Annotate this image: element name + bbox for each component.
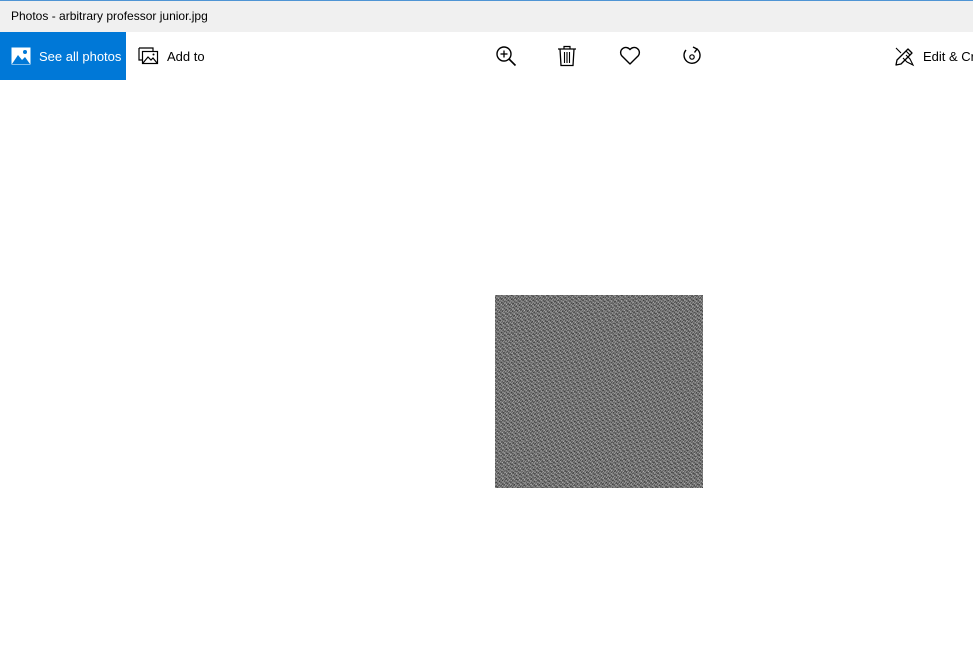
rotate-button[interactable]	[672, 32, 712, 80]
window-title: Photos - arbitrary professor junior.jpg	[11, 9, 208, 23]
add-to-label: Add to	[167, 48, 205, 64]
displayed-photo	[495, 295, 703, 488]
toolbar: See all photos Add to Edit & Cr	[0, 32, 973, 80]
edit-pen-icon	[894, 46, 915, 67]
photo-gallery-icon	[11, 47, 31, 65]
add-to-album-icon	[138, 47, 159, 65]
add-to-button[interactable]: Add to	[138, 32, 205, 80]
title-bar: Photos - arbitrary professor junior.jpg	[0, 0, 973, 32]
zoom-in-icon	[495, 45, 517, 67]
delete-button[interactable]	[547, 32, 587, 80]
see-all-photos-button[interactable]: See all photos	[0, 32, 126, 80]
edit-create-label: Edit & Cre	[923, 48, 973, 64]
heart-icon	[619, 46, 641, 66]
zoom-button[interactable]	[486, 32, 526, 80]
rotate-icon	[681, 45, 703, 67]
favorite-button[interactable]	[610, 32, 650, 80]
see-all-photos-label: See all photos	[39, 48, 122, 64]
edit-create-button[interactable]: Edit & Cre	[894, 32, 973, 80]
trash-icon	[557, 45, 577, 67]
